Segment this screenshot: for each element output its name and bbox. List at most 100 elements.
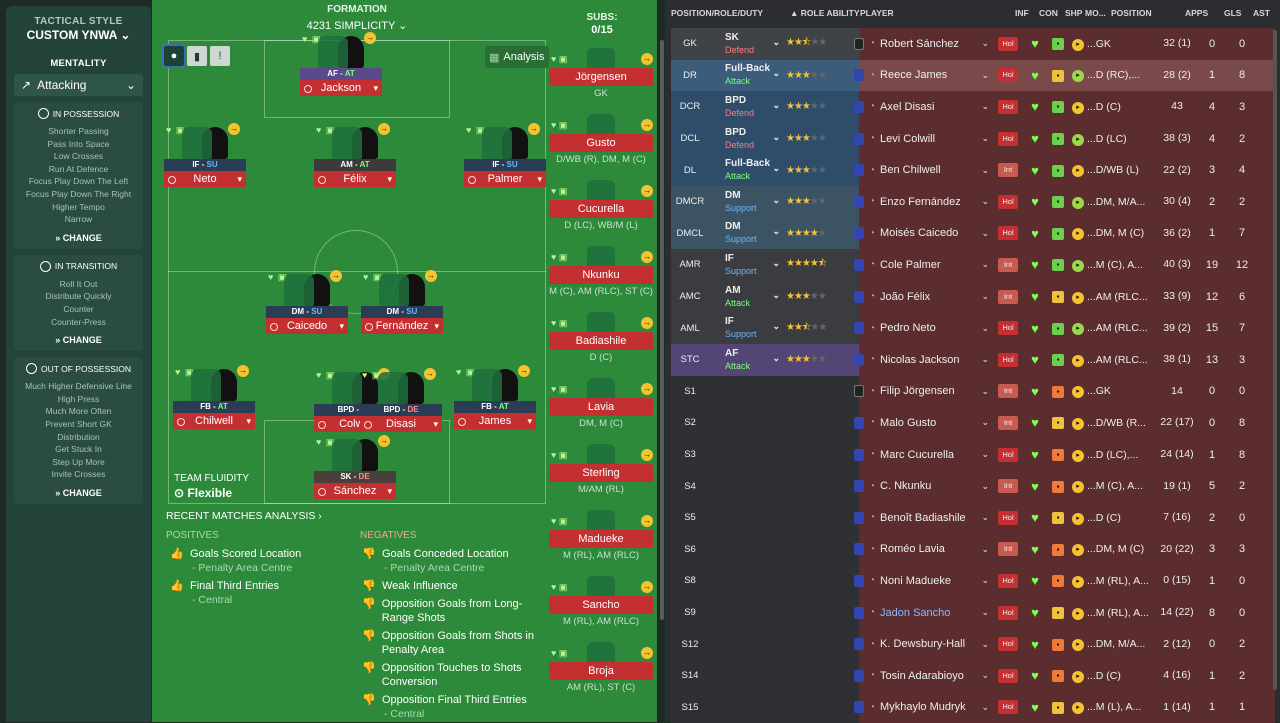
player-cell[interactable]: ◔ Pedro Neto ⌄ (848, 322, 993, 335)
player-role[interactable]: DM - SU (361, 306, 443, 318)
player-name[interactable]: Filip Jörgensen (880, 385, 955, 397)
player-role[interactable]: SK - DE (314, 471, 396, 483)
player-cell[interactable]: ◔ Filip Jörgensen ⌄ (848, 385, 993, 398)
pitch-player[interactable]: ♥ ▣ → DM - SU Fernández (361, 270, 443, 334)
player-role[interactable]: FB - AT (454, 401, 536, 413)
header-con[interactable]: CON (1039, 0, 1058, 26)
table-row[interactable]: AMR IF Support ⌄ ★★★★⯪ ◔ Cole Palmer ⌄ Int ♥ ▪ ▸...… (671, 249, 1275, 281)
player-role[interactable]: AM - AT (314, 159, 396, 171)
player-role[interactable]: FB - AT (173, 401, 255, 413)
player-name-dropdown[interactable]: Sánchez (314, 483, 396, 499)
player-name-dropdown[interactable]: Jackson (300, 80, 382, 96)
player-name[interactable]: Jadon Sancho (880, 607, 950, 619)
table-row[interactable]: S8 ◔ Noni Madueke ⌄ Hol ♥ ▪ ▸ ...M (RL), A... 0 (… (671, 565, 1275, 597)
sub-player-name[interactable]: Gusto (549, 134, 653, 152)
player-cell[interactable]: ◔ Jadon Sancho ⌄ (848, 606, 993, 619)
pitch-player[interactable]: ♥ ▣ → IF - SU Palmer (464, 123, 546, 187)
player-name[interactable]: Robert Sánchez (880, 38, 959, 50)
pitch-player[interactable]: ♥ ▣ → SK - DE Sánchez (314, 435, 396, 499)
table-row[interactable]: S5 ◔ Benoît Badiashile ⌄ Hol ♥ ▪ ▸ ...D (C) 7 (16… (671, 502, 1275, 534)
header-role-ability[interactable]: ▲ ROLE ABILITY (790, 0, 860, 26)
player-name[interactable]: João Félix (880, 291, 930, 303)
tactical-style-dropdown[interactable]: CUSTOM YNWA ⌄ (6, 28, 151, 42)
player-name[interactable]: Noni Madueke (880, 575, 951, 587)
player-role[interactable]: BPD - DE (360, 404, 442, 416)
table-row[interactable]: DCL BPD Defend ⌄ ★★★★★ ◔ Levi Colwill ⌄ Hol ♥ ▪ ▸..… (671, 122, 1275, 155)
player-role[interactable]: IF - SU (164, 159, 246, 171)
header-gls[interactable]: GLS (1224, 0, 1241, 26)
role-duty-selector[interactable]: DM Support ⌄ (709, 190, 784, 214)
player-name-dropdown[interactable]: James (454, 413, 536, 429)
table-row[interactable]: GK SK Defend ⌄ ★★⯪★★ ◔ Robert Sánchez ⌄ Hol ♥ ▪ ▸..… (671, 28, 1275, 60)
table-row[interactable]: DMCR DM Support ⌄ ★★★★★ ◔ Enzo Fernández ⌄ Hol ♥ ▪… (671, 186, 1275, 218)
in-possession-change-button[interactable]: » CHANGE (18, 233, 139, 243)
player-role[interactable]: AF - AT (300, 68, 382, 80)
player-cell[interactable]: ◔ Nicolas Jackson ⌄ (848, 353, 993, 366)
role-duty-selector[interactable]: Full-Back Attack ⌄ (709, 63, 784, 87)
sub-player-name[interactable]: Cucurella (549, 200, 653, 218)
player-name-dropdown[interactable]: Disasi (360, 416, 442, 432)
table-row[interactable]: S1 ◔ Filip Jörgensen ⌄ Int ♥ ▪ ▸ ...GK 14 0 0 (671, 375, 1275, 408)
player-name[interactable]: Moisés Caicedo (880, 227, 958, 239)
player-cell[interactable]: ◔ Moisés Caicedo ⌄ (848, 227, 993, 240)
sub-player-name[interactable]: Badiashile (549, 332, 653, 350)
player-name[interactable]: Ben Chilwell (880, 164, 941, 176)
table-row[interactable]: DMCL DM Support ⌄ ★★★★★ ◔ Moisés Caicedo ⌄ Hol ♥ ▪… (671, 217, 1275, 250)
mentality-dropdown[interactable]: ↗ Attacking ⌄ (14, 74, 143, 96)
player-name[interactable]: Marc Cucurella (880, 449, 954, 461)
player-cell[interactable]: ◔ Noni Madueke ⌄ (848, 574, 993, 587)
out-of-possession-change-button[interactable]: » CHANGE (18, 488, 139, 498)
player-cell[interactable]: ◔ Roméo Lavia ⌄ (848, 543, 993, 556)
player-name-dropdown[interactable]: Fernández (361, 318, 443, 334)
player-role[interactable]: DM - SU (266, 306, 348, 318)
role-duty-selector[interactable]: AF Attack ⌄ (709, 348, 784, 372)
squad-scrollbar[interactable] (1273, 30, 1277, 690)
player-name[interactable]: K. Dewsbury-Hall (880, 638, 965, 650)
sub-slot[interactable]: ♥ ▣ → Jörgensen GK (549, 48, 653, 99)
role-duty-selector[interactable]: IF Support ⌄ (709, 253, 784, 277)
sub-slot[interactable]: ♥ ▣ → Sancho M (RL), AM (RLC) (549, 576, 653, 627)
table-row[interactable]: DR Full-Back Attack ⌄ ★★★★★ ◔ Reece James ⌄ Hol ♥… (671, 59, 1275, 92)
table-row[interactable]: S3 ◔ Marc Cucurella ⌄ Hol ♥ ▪ ▸ ...D (LC),... 24 … (671, 438, 1275, 471)
pitch-player[interactable]: ♥ ▣ → AM - AT Félix (314, 123, 396, 187)
player-cell[interactable]: ◔ Tosin Adarabioyo ⌄ (848, 669, 993, 682)
player-cell[interactable]: ◔ Malo Gusto ⌄ (848, 416, 993, 429)
player-role[interactable]: IF - SU (464, 159, 546, 171)
player-name[interactable]: Benoît Badiashile (880, 512, 966, 524)
player-name[interactable]: Malo Gusto (880, 417, 936, 429)
in-transition-change-button[interactable]: » CHANGE (18, 335, 139, 345)
header-ast[interactable]: AST (1253, 0, 1270, 26)
pitch-player[interactable]: ♥ ▣ → DM - SU Caicedo (266, 270, 348, 334)
sub-player-name[interactable]: Nkunku (549, 266, 653, 284)
table-row[interactable]: DL Full-Back Attack ⌄ ★★★★★ ◔ Ben Chilwell ⌄ Int… (671, 154, 1275, 186)
header-position[interactable]: POSITION (1111, 0, 1152, 26)
player-name[interactable]: Nicolas Jackson (880, 354, 959, 366)
sub-player-name[interactable]: Jörgensen (549, 68, 653, 86)
player-name-dropdown[interactable]: Neto (164, 171, 246, 187)
player-name[interactable]: Tosin Adarabioyo (880, 670, 964, 682)
player-name-dropdown[interactable]: Caicedo (266, 318, 348, 334)
role-duty-selector[interactable]: BPD Defend ⌄ (709, 127, 784, 151)
table-row[interactable]: S6 ◔ Roméo Lavia ⌄ Int ♥ ▪ ▸ ...DM, M (C) 20 (22)… (671, 533, 1275, 566)
player-cell[interactable]: ◔ K. Dewsbury-Hall ⌄ (848, 638, 993, 651)
player-cell[interactable]: ◔ Ben Chilwell ⌄ (848, 164, 993, 177)
player-name[interactable]: Cole Palmer (880, 259, 941, 271)
table-row[interactable]: AML IF Support ⌄ ★★⯪★★ ◔ Pedro Neto ⌄ Hol ♥ ▪ ▸ ...A… (671, 312, 1275, 344)
sub-player-name[interactable]: Broja (549, 662, 653, 680)
table-row[interactable]: S12 ◔ K. Dewsbury-Hall ⌄ Hol ♥ ▪ ▸ ...DM, M/A...… (671, 628, 1275, 660)
table-row[interactable]: S14 ◔ Tosin Adarabioyo ⌄ Hol ♥ ▪ ▸ ...D (C) 4 (16… (671, 660, 1275, 692)
table-row[interactable]: DCR BPD Defend ⌄ ★★★★★ ◔ Axel Disasi ⌄ Hol ♥ ▪ ▸...… (671, 91, 1275, 123)
player-cell[interactable]: ◔ Axel Disasi ⌄ (848, 100, 993, 113)
sub-player-name[interactable]: Sterling (549, 464, 653, 482)
header-shp[interactable]: SHP (1065, 0, 1082, 26)
role-duty-selector[interactable]: AM Attack ⌄ (709, 285, 784, 309)
header-player[interactable]: PLAYER (860, 0, 894, 26)
recent-matches-analysis-link[interactable]: RECENT MATCHES ANALYSIS › (166, 510, 322, 522)
sub-slot[interactable]: ♥ ▣ → Madueke M (RL), AM (RLC) (549, 510, 653, 561)
header-inf[interactable]: INF (1015, 0, 1029, 26)
player-cell[interactable]: ◔ João Félix ⌄ (848, 290, 993, 303)
sub-player-name[interactable]: Madueke (549, 530, 653, 548)
player-cell[interactable]: ◔ Enzo Fernández ⌄ (848, 195, 993, 208)
analysis-button[interactable]: ▦ Analysis (485, 46, 549, 68)
role-duty-selector[interactable]: BPD Defend ⌄ (709, 95, 784, 119)
